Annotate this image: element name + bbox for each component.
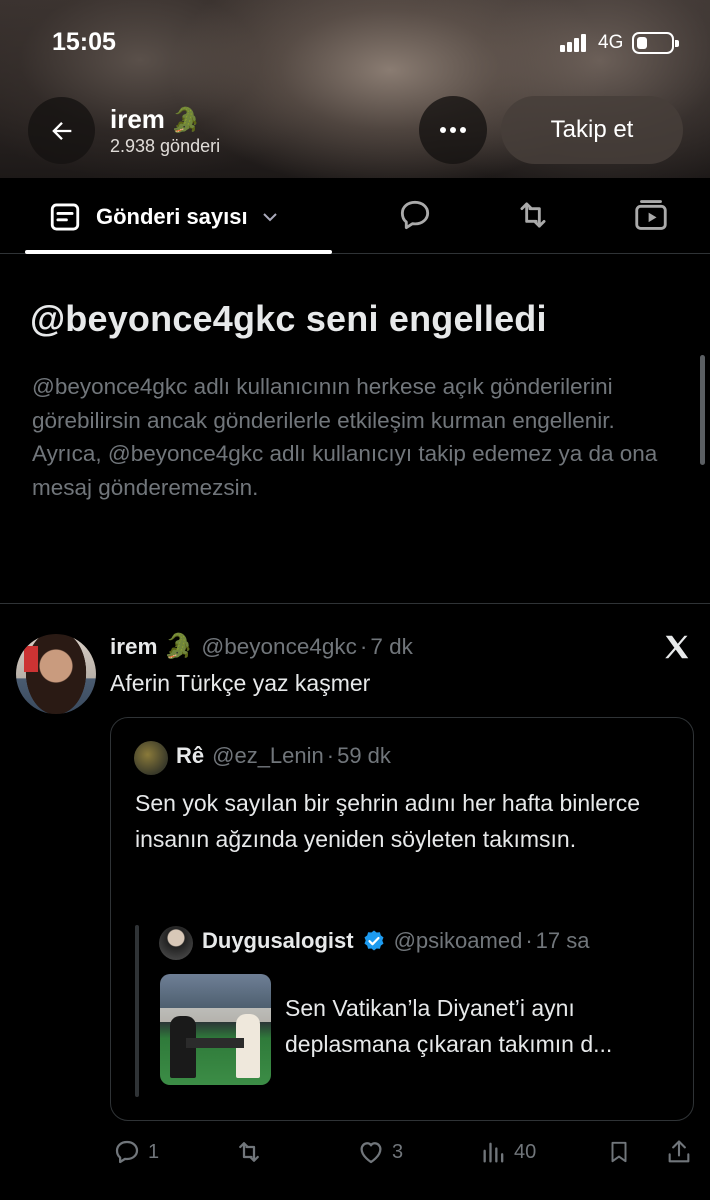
media-icon[interactable] bbox=[632, 196, 670, 234]
post-count: 2.938 gönderi bbox=[110, 136, 221, 156]
nested-author-name: Duygusalogist bbox=[202, 928, 354, 953]
reply-icon[interactable] bbox=[396, 196, 434, 234]
reply-button[interactable]: 1 bbox=[112, 1137, 159, 1167]
crocodile-icon: 🐊 bbox=[163, 633, 194, 660]
blocked-title: @beyonce4gkc seni engelledi bbox=[30, 298, 547, 339]
verified-badge-icon bbox=[364, 930, 384, 951]
status-time: 15:05 bbox=[52, 28, 116, 56]
follow-button[interactable]: Takip et bbox=[501, 96, 683, 164]
separator-dot: · bbox=[326, 743, 335, 768]
repost-icon bbox=[239, 1142, 259, 1162]
analytics-icon bbox=[483, 1142, 504, 1163]
signal-icon bbox=[560, 34, 592, 52]
quote-time: 59 dk bbox=[337, 743, 391, 768]
posts-icon bbox=[50, 203, 80, 231]
tweet-text: Aferin Türkçe yaz kaşmer bbox=[110, 670, 371, 696]
tweet-handle[interactable]: @beyonce4gkc bbox=[201, 634, 356, 660]
back-button[interactable] bbox=[28, 97, 95, 164]
tab-posts-label: Gönderi sayısı bbox=[96, 204, 248, 229]
scrollbar-thumb[interactable] bbox=[700, 355, 705, 465]
more-button[interactable] bbox=[419, 96, 487, 164]
chevron-down-icon bbox=[262, 213, 277, 222]
quote-header: Rê @ez_Lenin · 59 dk bbox=[176, 743, 391, 769]
nested-handle: @psikoamed bbox=[393, 928, 523, 953]
arrow-left-icon bbox=[51, 121, 71, 140]
tweet-time[interactable]: 7 dk bbox=[370, 634, 413, 660]
views-button[interactable]: 40 bbox=[480, 1137, 536, 1167]
tweet-header: irem 🐊 @beyonce4gkc · 7 dk bbox=[110, 632, 413, 661]
more-dots-icon bbox=[440, 127, 466, 133]
nested-time: 17 sa bbox=[535, 928, 590, 953]
nested-quote-bar bbox=[135, 925, 139, 1097]
nested-quote-text: Sen Vatikan’la Diyanet’i aynı deplasmana… bbox=[285, 995, 613, 1057]
network-label: 4G bbox=[598, 32, 624, 53]
share-icon bbox=[668, 1140, 690, 1163]
crocodile-icon: 🐊 bbox=[170, 107, 201, 134]
repost-button[interactable] bbox=[233, 1137, 271, 1167]
profile-name: irem 🐊 bbox=[110, 104, 201, 134]
status-bar: 15:05 4G bbox=[0, 0, 710, 85]
quote-text: Sen yok sayılan bir şehrin adını her haf… bbox=[135, 790, 641, 852]
tweet-actions: 1 3 40 bbox=[0, 1137, 710, 1171]
profile-tabs: Gönderi sayısı bbox=[0, 178, 710, 254]
nested-quote-avatar bbox=[159, 926, 193, 960]
like-button[interactable]: 3 bbox=[356, 1137, 403, 1167]
bookmark-button[interactable] bbox=[606, 1137, 632, 1167]
separator-dot: · bbox=[359, 633, 368, 659]
separator-dot: · bbox=[525, 928, 533, 953]
reply-icon bbox=[115, 1140, 139, 1164]
quote-author-name: Rê bbox=[176, 743, 205, 768]
heart-icon bbox=[360, 1142, 382, 1164]
active-tab-indicator bbox=[25, 250, 332, 254]
nested-media-thumbnail[interactable] bbox=[160, 974, 271, 1085]
divider bbox=[0, 603, 710, 604]
tweet-author-name[interactable]: irem bbox=[110, 634, 158, 660]
battery-icon bbox=[632, 32, 679, 54]
nested-quote-header: Duygusalogist @psikoamed · 17 sa bbox=[202, 928, 589, 954]
share-button[interactable] bbox=[665, 1137, 693, 1167]
quote-avatar bbox=[134, 741, 168, 775]
like-count: 3 bbox=[392, 1140, 404, 1163]
tab-posts[interactable]: Gönderi sayısı bbox=[48, 200, 278, 234]
tweet-avatar[interactable] bbox=[16, 634, 96, 714]
repost-icon[interactable] bbox=[513, 196, 553, 234]
bookmark-icon bbox=[611, 1141, 627, 1163]
view-count: 40 bbox=[514, 1140, 537, 1163]
quote-handle: @ez_Lenin bbox=[212, 743, 324, 768]
reply-count: 1 bbox=[148, 1140, 160, 1163]
blocked-description: @beyonce4gkc adlı kullanıcının herkese a… bbox=[32, 374, 658, 500]
x-logo-icon bbox=[665, 635, 689, 659]
